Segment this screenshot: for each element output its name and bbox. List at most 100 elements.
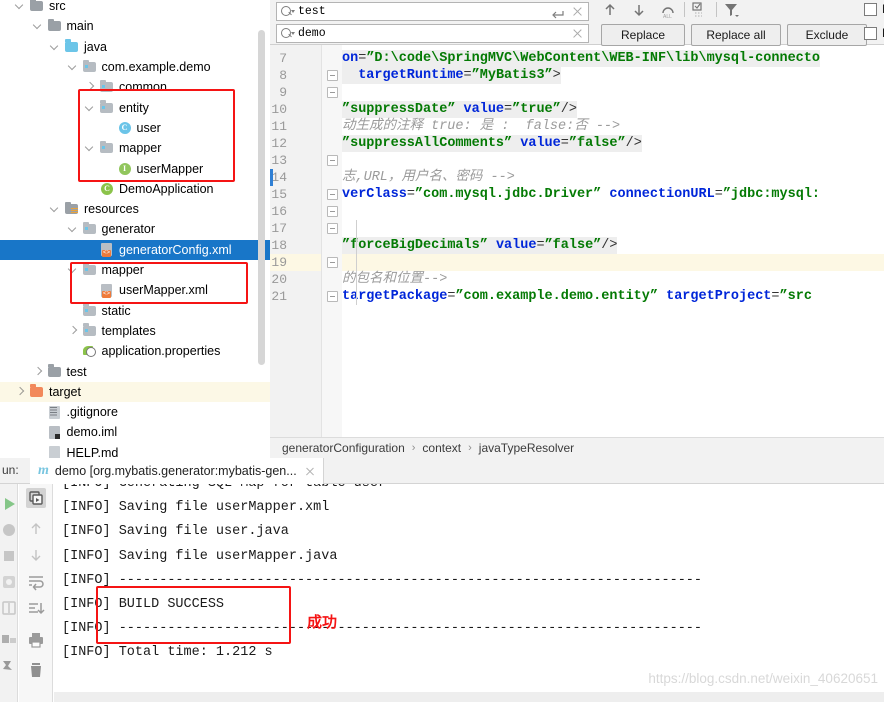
chevron-down-icon[interactable] (49, 203, 61, 215)
clear-search-icon[interactable] (572, 6, 583, 17)
tree-item-usermapper[interactable]: IuserMapper (0, 158, 270, 178)
editor-fold-strip[interactable] (322, 45, 342, 458)
replace-all-button[interactable]: Replace all (691, 24, 781, 46)
editor-code-area[interactable]: on=”D:\code\SpringMVC\WebContent\WEB-INF… (342, 45, 884, 458)
scroll-up-icon[interactable] (26, 519, 46, 539)
match-case-checkbox[interactable]: Mat (864, 2, 884, 16)
tree-item-mapper[interactable]: mapper (0, 138, 270, 158)
clear-all-icon[interactable] (26, 660, 46, 680)
chevron-down-icon[interactable] (14, 0, 26, 12)
editor-pane[interactable]: test demo ALL Replace Replace all Exclud… (270, 0, 884, 458)
breadcrumb-item-context[interactable]: context (422, 441, 461, 455)
fold-marker-icon[interactable] (327, 257, 338, 268)
tree-arrow-none (102, 163, 114, 175)
fold-marker-icon[interactable] (327, 70, 338, 81)
pin-icon[interactable] (0, 656, 19, 676)
tree-item-help-md[interactable]: HELP.md (0, 443, 270, 458)
window-mode-icon[interactable] (0, 629, 19, 649)
tree-item-src[interactable]: src (0, 0, 270, 16)
restore-icon[interactable] (0, 572, 19, 592)
fold-marker-icon[interactable] (327, 291, 338, 302)
fold-marker-icon[interactable] (327, 223, 338, 234)
chevron-down-icon[interactable] (49, 41, 61, 53)
tree-item-static[interactable]: static (0, 301, 270, 321)
scroll-to-end-icon[interactable] (26, 599, 46, 619)
arrow-up-icon[interactable] (601, 1, 619, 19)
chevron-right-icon[interactable] (14, 386, 26, 398)
chevron-down-icon[interactable] (67, 264, 79, 276)
breadcrumb-item-generatorconfiguration[interactable]: generatorConfiguration (282, 441, 405, 455)
tree-item-mapper[interactable]: mapper (0, 260, 270, 280)
debug-icon[interactable] (0, 520, 19, 540)
tree-item-label: DemoApplication (119, 181, 214, 196)
select-all-occurrences-icon[interactable]: ALL (659, 1, 677, 20)
project-tool-window[interactable]: src main java com.example.demo common entity C… (0, 0, 270, 458)
tree-item-java[interactable]: java (0, 37, 270, 57)
tree-item-label: src (49, 0, 66, 14)
folder-package-icon (82, 262, 98, 278)
preserve-case-checkbox[interactable]: Pres (864, 26, 884, 40)
chevron-down-icon[interactable] (84, 102, 96, 114)
console-output[interactable]: [INFO] Generating SQL Map for table user… (54, 484, 884, 702)
layout-icon[interactable] (0, 598, 19, 618)
tree-item-generator[interactable]: generator (0, 219, 270, 239)
exclude-button[interactable]: Exclude (787, 24, 867, 46)
tree-item-gitignore[interactable]: .gitignore (0, 402, 270, 422)
tree-item-test[interactable]: test (0, 361, 270, 381)
tree-item-demoapplication[interactable]: C DemoApplication (0, 179, 270, 199)
tree-item-demo-iml[interactable]: demo.iml (0, 422, 270, 442)
tree-item-com-example-demo[interactable]: com.example.demo (0, 57, 270, 77)
tree-item-resources[interactable]: resources (0, 199, 270, 219)
clear-replace-icon[interactable] (572, 28, 583, 39)
chevron-down-icon[interactable] (67, 223, 79, 235)
tree-item-generatorconfig-xml[interactable]: generatorConfig.xml (0, 239, 270, 260)
fold-marker-icon[interactable] (327, 189, 338, 200)
run-tool-window[interactable]: un: m demo [org.mybatis.generator:mybati… (0, 458, 884, 702)
fold-marker-icon[interactable] (327, 206, 338, 217)
fold-marker-icon[interactable] (327, 87, 338, 98)
console-tab[interactable]: m demo [org.mybatis.generator:mybatis-ge… (30, 458, 324, 484)
search-input-value: test (298, 5, 326, 18)
print-icon[interactable] (26, 630, 46, 650)
replace-button[interactable]: Replace (601, 24, 685, 46)
soft-wrap-icon[interactable] (26, 572, 46, 592)
replace-field[interactable]: demo (276, 24, 589, 43)
stop-icon[interactable] (0, 546, 19, 566)
chevron-right-icon[interactable] (67, 325, 79, 337)
fold-marker-icon[interactable] (327, 155, 338, 166)
breadcrumb-item-javatyperesolver[interactable]: javaTypeResolver (479, 441, 574, 455)
tree-item-main[interactable]: main (0, 16, 270, 36)
project-tree-scrollbar[interactable] (258, 30, 265, 365)
chevron-down-icon[interactable] (32, 20, 44, 32)
tree-item-application-properties[interactable]: application.properties (0, 341, 270, 361)
breadcrumb[interactable]: generatorConfiguration › context › javaTypeR… (270, 437, 884, 458)
tree-item-user[interactable]: Cuser (0, 118, 270, 138)
console-toolbar[interactable] (19, 484, 53, 702)
run-icon[interactable] (0, 494, 19, 514)
close-icon[interactable] (305, 466, 315, 476)
scroll-down-icon[interactable] (26, 545, 46, 565)
chevron-right-icon[interactable] (32, 366, 44, 378)
tree-item-templates[interactable]: templates (0, 321, 270, 341)
chevron-down-icon[interactable] (67, 61, 79, 73)
console-line: [INFO] Generating SQL Map for table user (62, 484, 386, 496)
filter-icon[interactable] (722, 1, 740, 19)
breadcrumb-separator: › (468, 442, 472, 454)
arrow-down-icon[interactable] (630, 1, 648, 19)
tree-item-common[interactable]: common (0, 77, 270, 97)
tree-item-target[interactable]: target (0, 381, 270, 402)
tree-item-usermapper-xml[interactable]: userMapper.xml (0, 280, 270, 300)
tree-item-entity[interactable]: entity (0, 98, 270, 118)
chevron-right-icon[interactable] (84, 81, 96, 93)
tree-item-label: .gitignore (66, 405, 118, 420)
rerun-icon[interactable] (26, 488, 46, 508)
console-line: [INFO] Saving file userMapper.xml (62, 500, 330, 516)
tree-item-label: mapper (101, 263, 144, 278)
run-window-sidebar[interactable] (0, 484, 18, 702)
search-field[interactable]: test (276, 2, 589, 21)
tree-item-label: static (101, 303, 131, 318)
chevron-down-icon[interactable] (84, 142, 96, 154)
editor-gutter[interactable]: 7 8 9 10 11 12 13 14 15 16 17 18 19 20 21 (270, 45, 322, 458)
open-in-find-window-icon[interactable] (690, 1, 708, 19)
tree-item-label: application.properties (101, 344, 221, 359)
